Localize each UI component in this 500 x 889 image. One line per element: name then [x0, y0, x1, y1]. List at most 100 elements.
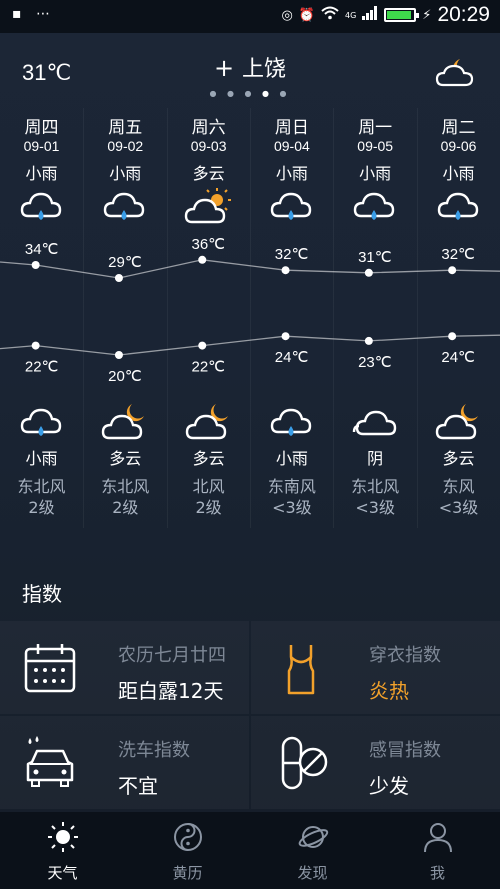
forecast-day[interactable]: 周日 09-04 小雨 小雨 东南风 <3级 — [249, 108, 333, 528]
add-city-icon[interactable]: + — [214, 54, 234, 82]
cold-index-label: 感冒指数 — [369, 740, 441, 761]
forecast-day[interactable]: 周四 09-01 小雨 小雨 东北风 2级 — [0, 108, 83, 528]
lunar-date-label: 农历七月廿四 — [118, 645, 226, 666]
wifi-icon — [321, 6, 339, 24]
wind-direction: 东北风 — [17, 477, 66, 496]
forecast-day[interactable]: 周二 09-06 小雨多云东风 <3级 — [416, 108, 500, 528]
wind-info: 东北风 <3级 — [334, 476, 416, 518]
status-right: ◎ ⏰ 4G ⚡ 20:29 — [281, 3, 490, 27]
indices-title: 指数 — [22, 582, 62, 606]
night-condition: 多云 — [192, 449, 225, 468]
dressing-index-label: 穿衣指数 — [369, 645, 441, 666]
day-name: 周二 — [441, 118, 476, 138]
calendar-icon — [20, 639, 80, 699]
rain-icon — [251, 402, 333, 442]
rain-icon — [0, 402, 83, 442]
alarm-icon: ⏰ — [298, 7, 315, 23]
tab-almanac-label: 黄历 — [172, 864, 203, 882]
day-date: 09-05 — [357, 138, 394, 154]
wind-direction: 东风 — [442, 477, 475, 496]
forecast-day[interactable]: 周六 09-03 多云 多云 北风 2级 — [166, 108, 250, 528]
tab-discover-label: 发现 — [297, 864, 328, 882]
rain-icon — [251, 186, 333, 226]
tab-weather-label: 天气 — [47, 864, 78, 882]
day-name: 周四 — [24, 118, 59, 138]
solar-term-value: 距白露12天 — [118, 679, 224, 703]
status-time: 20:29 — [437, 3, 490, 26]
wind-direction: 东南风 — [267, 477, 316, 496]
rain-icon — [84, 186, 166, 226]
wind-direction: 东北风 — [101, 477, 150, 496]
wind-level: 2级 — [195, 498, 222, 517]
tab-almanac[interactable]: 黄历 — [125, 812, 250, 889]
battery-icon — [384, 8, 420, 22]
wind-level: <3级 — [438, 498, 479, 517]
tank-top-icon — [271, 639, 331, 699]
tab-discover[interactable]: 发现 — [250, 812, 375, 889]
wind-direction: 北风 — [192, 477, 225, 496]
partly-cloudy-night-icon — [434, 55, 478, 93]
day-date: 09-03 — [190, 138, 227, 154]
bottom-tab-bar: 天气 黄历 发现 我 — [0, 812, 500, 889]
sun-icon — [47, 821, 79, 853]
tab-me-label: 我 — [429, 864, 445, 882]
wind-info: 东风 <3级 — [418, 476, 500, 518]
night-condition: 阴 — [367, 449, 384, 468]
partly-cloudy-day-icon — [168, 186, 250, 226]
day-condition: 多云 — [192, 164, 225, 183]
day-condition: 小雨 — [275, 164, 308, 183]
wind-info: 东北风 2级 — [84, 476, 166, 518]
day-date: 09-02 — [107, 138, 144, 154]
city-selector[interactable]: + 上饶 — [0, 51, 500, 83]
tab-me[interactable]: 我 — [375, 812, 500, 889]
day-date: 09-06 — [440, 138, 477, 154]
day-condition: 小雨 — [25, 164, 58, 183]
yin-yang-icon — [172, 821, 204, 853]
signal-icon — [362, 6, 378, 24]
dressing-index-value: 炎热 — [369, 679, 409, 703]
wind-level: <3级 — [272, 498, 312, 517]
rain-icon — [418, 186, 500, 226]
person-icon — [422, 821, 454, 853]
day-date: 09-04 — [273, 138, 310, 154]
rain-icon — [0, 186, 83, 226]
day-date: 09-01 — [23, 138, 60, 154]
pill-icon — [271, 734, 331, 794]
wind-direction: 东北风 — [351, 477, 400, 496]
day-name: 周五 — [108, 118, 143, 138]
day-name: 周日 — [274, 118, 309, 138]
forecast-grid: 周四 09-01 小雨 小雨 东北风 2级 周五 09-02 小雨 多云 东北风 2级 周六 09-03 多… — [0, 108, 500, 528]
day-condition: 小雨 — [109, 164, 142, 183]
wind-info: 北风 2级 — [168, 476, 250, 518]
night-condition: 多云 — [442, 449, 475, 468]
day-condition: 小雨 — [442, 164, 475, 183]
planet-icon — [297, 821, 329, 853]
partly-cloudy-night-icon — [84, 402, 166, 442]
cold-index-value: 少发 — [369, 774, 409, 798]
lunar-calendar-card[interactable]: 农历七月廿四 距白露12天 — [0, 621, 249, 714]
tab-weather[interactable]: 天气 — [0, 812, 125, 889]
charging-icon: ⚡ — [422, 7, 432, 23]
day-name: 周六 — [191, 118, 226, 138]
day-name: 周一 — [358, 118, 393, 138]
wind-info: 东南风 <3级 — [251, 476, 333, 518]
city-name: 上饶 — [242, 57, 287, 82]
cold-index-card[interactable]: 感冒指数 少发 — [251, 716, 500, 809]
vibrate-icon: ◎ — [281, 7, 293, 23]
partly-cloudy-night-icon — [168, 402, 250, 442]
night-condition: 多云 — [109, 449, 142, 468]
wind-info: 东北风 2级 — [0, 476, 83, 518]
wind-level: <3级 — [355, 498, 395, 517]
dressing-index-card[interactable]: 穿衣指数 炎热 — [251, 621, 500, 714]
notification-icon: ▪ — [12, 6, 22, 22]
rain-icon — [334, 186, 416, 226]
car-wash-index-card[interactable]: 洗车指数 不宜 — [0, 716, 249, 809]
network-label: 4G — [345, 10, 357, 20]
more-icon: ⋯ — [35, 6, 50, 22]
night-condition: 小雨 — [275, 449, 308, 468]
wind-level: 2级 — [112, 498, 139, 517]
page-indicator: ● ● ● ● ● — [209, 89, 291, 98]
forecast-day[interactable]: 周五 09-02 小雨多云东北风 2级 — [83, 108, 166, 528]
forecast-day[interactable]: 周一 09-05 小雨阴东北风 <3级 — [333, 108, 416, 528]
night-condition: 小雨 — [25, 449, 58, 468]
